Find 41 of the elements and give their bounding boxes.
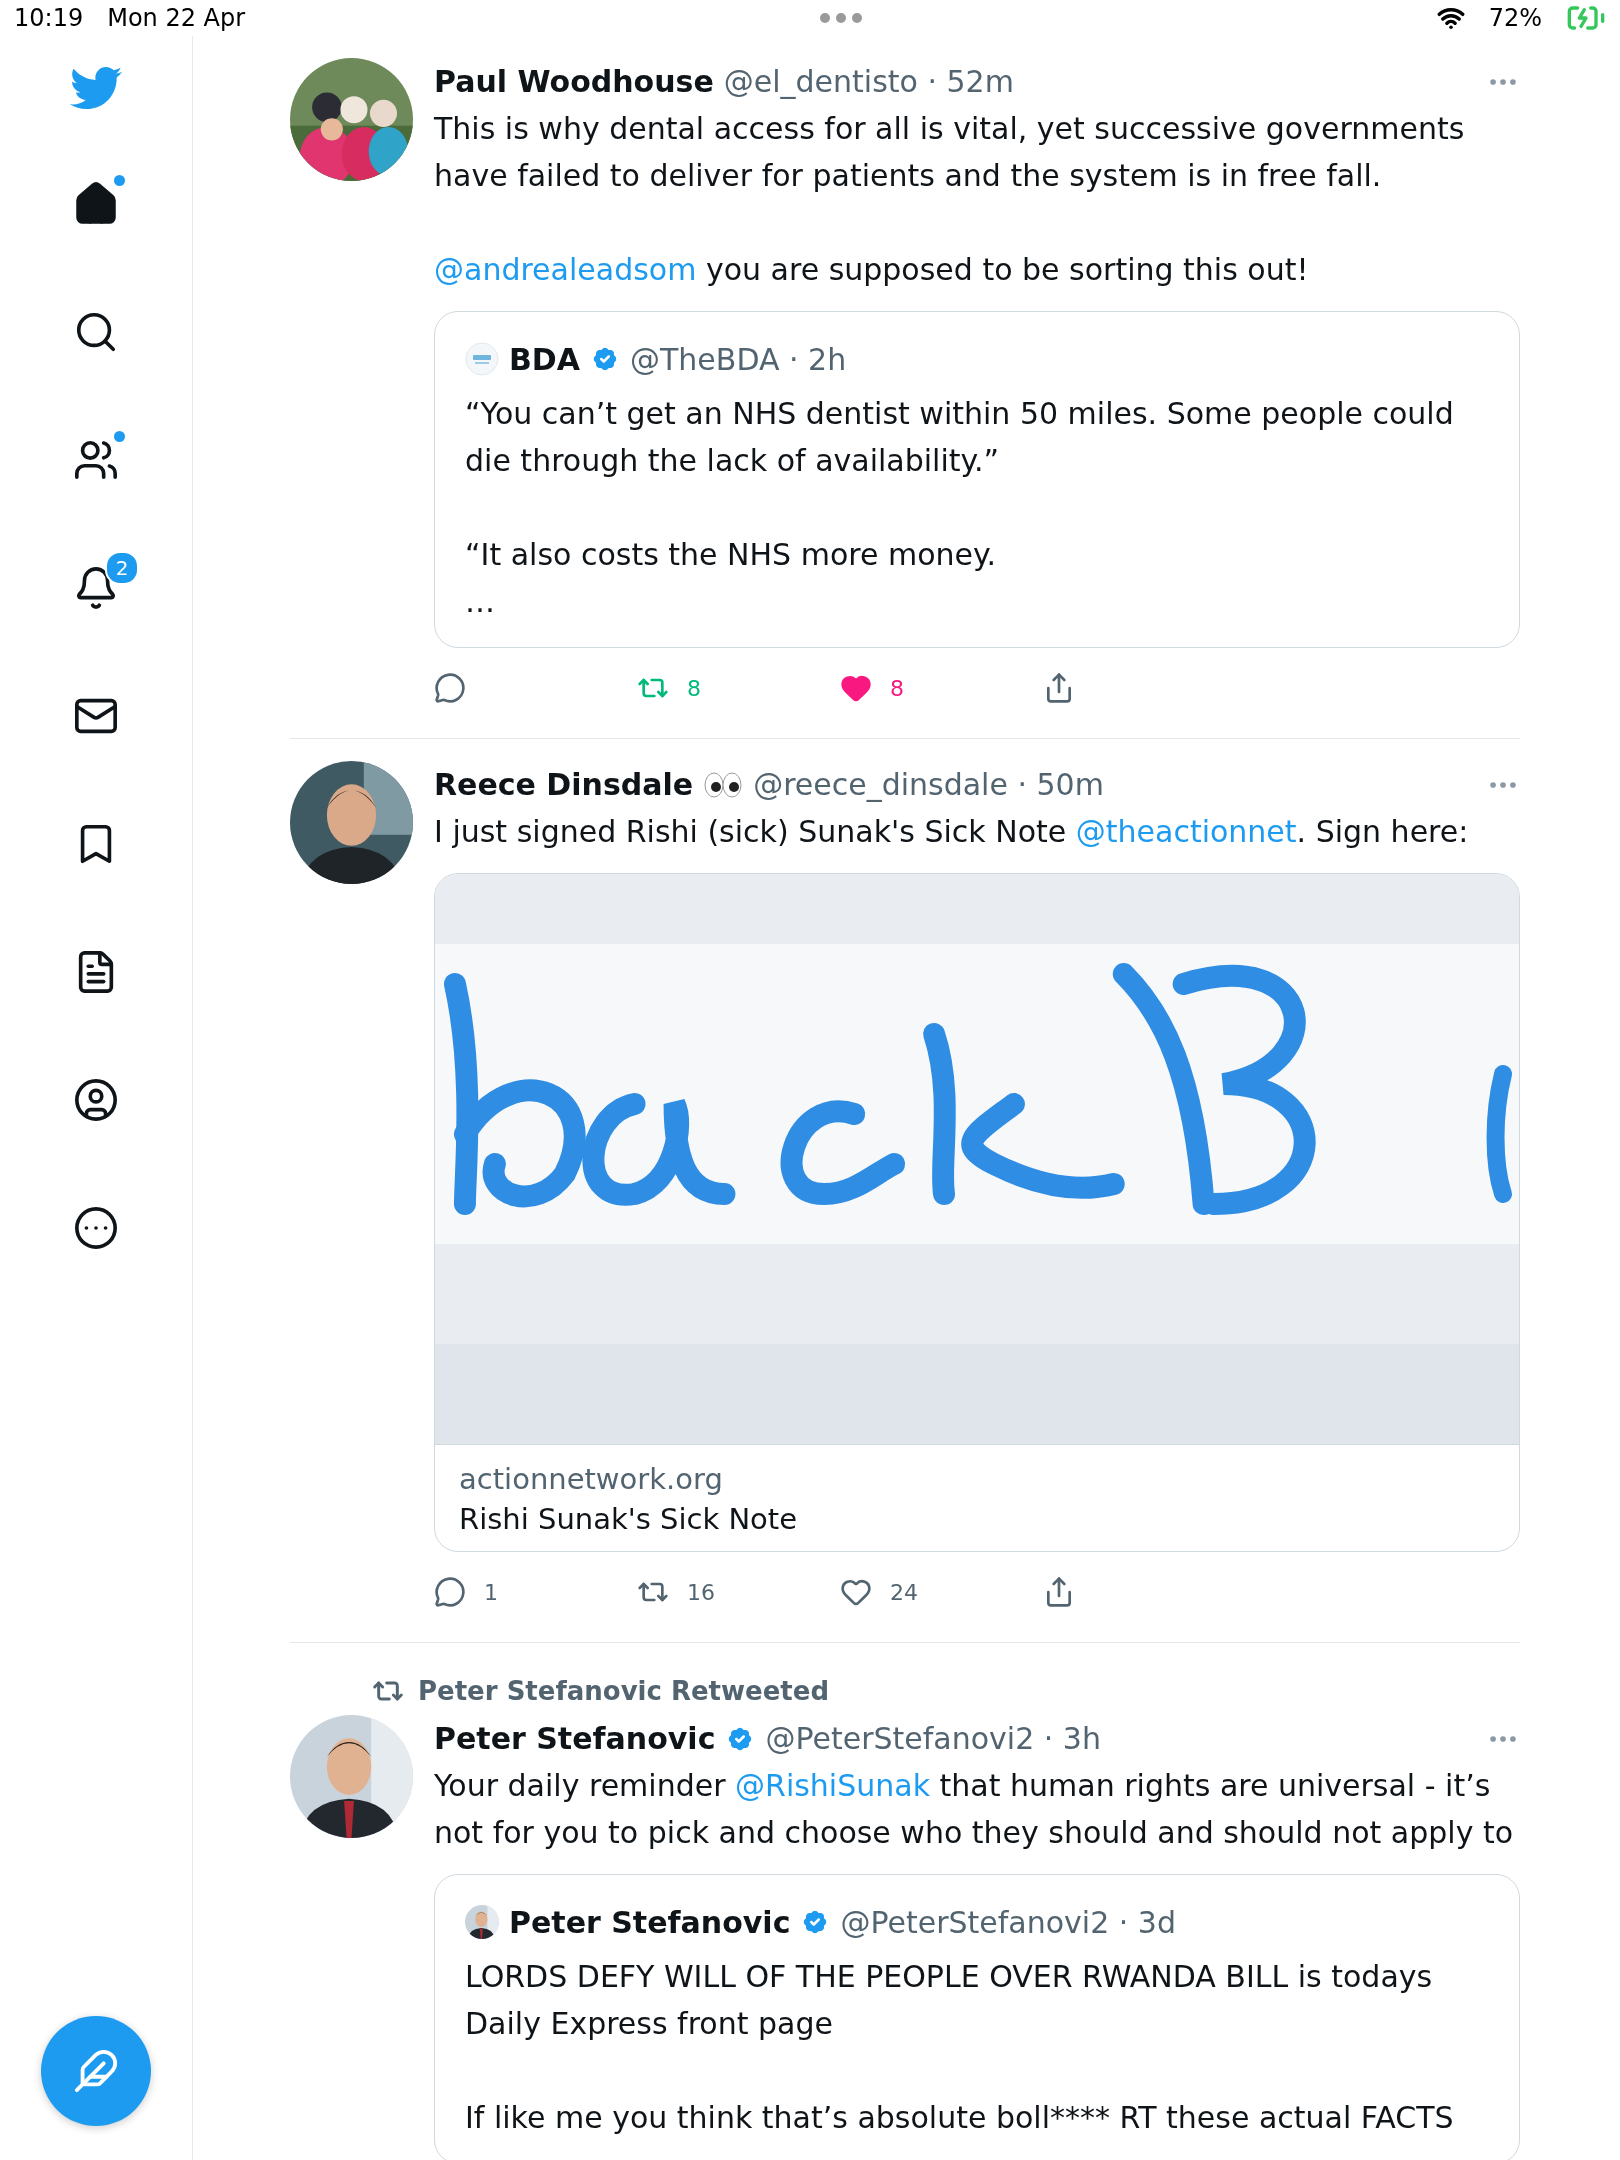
handle-and-time: @reece_dinsdale · 50m <box>753 767 1104 802</box>
tweet-text: “You can’t get an NHS dentist within 50 miles. Some people could die through the lack of availability.” <box>465 395 1455 480</box>
user-icon[interactable] <box>73 1077 119 1123</box>
compose-button[interactable] <box>41 2016 151 2126</box>
tweet-text: LORDS DEFY WILL OF THE PEOPLE OVER RWANDA BILL is todays Daily Express front page <box>465 1958 1434 2043</box>
notification-badge: 2 <box>105 551 139 585</box>
tweet-text: “It also costs the NHS more money. … <box>465 536 997 621</box>
tweet-text: @andrealeadsom you are supposed to be sorting this out! <box>434 251 1310 289</box>
feather-icon <box>73 2048 119 2094</box>
quoted-tweet[interactable]: BDA @TheBDA · 2h “You can’t get an NHS dentist within 50 miles. Some people could die through the lack of availability.” “It also costs the NHS more money. … <box>434 311 1520 648</box>
link-domain: actionnetwork.org <box>459 1461 724 1498</box>
like-button[interactable]: 24 <box>840 1576 1043 1608</box>
handle-and-time: @PeterStefanovi2 · 3d <box>840 1904 1176 1940</box>
tweet-text: I just signed Rishi (sick) Sunak's Sick Note @theactionnet. Sign here: <box>434 813 1470 851</box>
tweet-text: This is why dental access for all is vital, yet successive governments have failed to deliver for patients and the system is in free fall. <box>434 110 1466 195</box>
eyes-icon <box>703 770 744 799</box>
author-name: Peter Stefanovic <box>509 1904 791 1940</box>
handle-and-time: @el_dentisto · 52m <box>723 64 1014 99</box>
status-time: 10:19 <box>14 4 84 32</box>
author-name[interactable]: Peter Stefanovic <box>434 1721 716 1756</box>
reply-icon <box>434 1576 466 1608</box>
handle-and-time: @TheBDA · 2h <box>630 341 847 377</box>
tweet-text: Your daily reminder @RishiSunak that human rights are universal - it’s not for you to pick and choose who they should and should not apply to <box>434 1767 1515 1852</box>
reply-icon <box>434 672 466 704</box>
logo-icon <box>465 342 499 376</box>
author-name: BDA <box>509 341 580 377</box>
tweet-text: If like me you think that’s absolute boll**** RT these actual FACTS <box>465 2099 1455 2137</box>
battery-percent: 72% <box>1488 4 1542 32</box>
reply-button[interactable]: 1 <box>434 1576 637 1608</box>
retweeted-label: Peter Stefanovic Retweeted <box>418 1676 829 1706</box>
ellipsis-icon[interactable] <box>73 1205 119 1251</box>
link-title: Rishi Sunak's Sick Note <box>459 1501 799 1538</box>
handle-and-time: @PeterStefanovi2 · 3h <box>765 1721 1101 1756</box>
status-date: Mon 22 Apr <box>107 4 246 32</box>
retweet-button[interactable]: 16 <box>637 1576 840 1608</box>
like-button[interactable]: 8 <box>840 672 1043 704</box>
author-name[interactable]: Paul Woodhouse <box>434 64 714 99</box>
multitask-dots-icon[interactable] <box>819 13 862 23</box>
author-name[interactable]: Reece Dinsdale <box>434 767 694 802</box>
home-icon[interactable] <box>73 181 119 227</box>
link-card[interactable]: actionnetwork.org Rishi Sunak's Sick Note <box>434 873 1520 1552</box>
